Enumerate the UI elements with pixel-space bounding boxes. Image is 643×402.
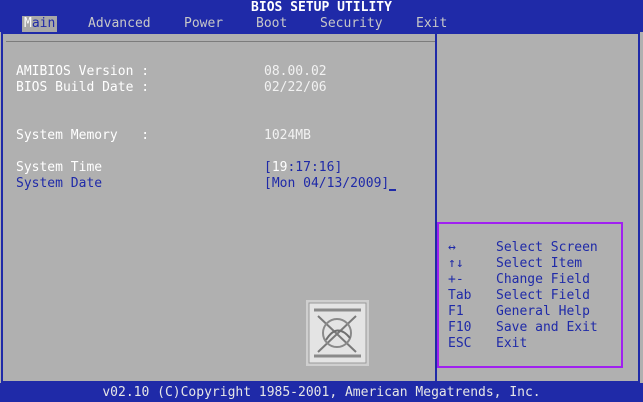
menu-tab-power[interactable]: Power	[184, 16, 223, 32]
system-memory-value: 1024MB	[264, 128, 311, 143]
ami-logo-icon	[306, 300, 369, 366]
system-time-label[interactable]: System Time	[16, 160, 102, 176]
amibios-version-value: 08.00.02	[264, 64, 327, 79]
amibios-version-label: AMIBIOS Version :	[16, 64, 150, 79]
help-desc-exit: Exit	[496, 336, 528, 351]
menu-bar: Main Advanced Power Boot Security Exit	[0, 16, 643, 32]
help-key-plus-minus: +-	[448, 272, 464, 287]
menu-tab-boot[interactable]: Boot	[256, 16, 287, 32]
system-memory-label: System Memory :	[16, 128, 150, 143]
help-desc-general-help: General Help	[496, 304, 590, 319]
copyright-footer: v02.10 (C)Copyright 1985-2001, American …	[0, 383, 643, 402]
help-desc-select-screen: Select Screen	[496, 240, 598, 255]
menu-tab-exit[interactable]: Exit	[416, 16, 447, 32]
help-key-f10: F10	[448, 320, 472, 335]
bios-build-date-value: 02/22/06	[264, 80, 327, 95]
system-time-hour[interactable]: 19	[272, 160, 288, 175]
help-key-left-right: ↔	[448, 240, 456, 255]
system-time-field[interactable]: [19:17:16]	[264, 160, 342, 176]
bios-title: BIOS SETUP UTILITY	[251, 0, 392, 15]
menu-tab-main[interactable]: Main	[22, 16, 58, 32]
menu-tab-advanced[interactable]: Advanced	[88, 16, 151, 32]
text-cursor	[389, 189, 397, 191]
content-divider	[6, 41, 435, 42]
help-desc-select-item: Select Item	[496, 256, 583, 271]
menu-tab-security[interactable]: Security	[320, 16, 383, 32]
menu-tab-main-label: ain	[31, 16, 56, 31]
system-date-value: [Mon 04/13/2009]	[264, 176, 390, 191]
bios-build-date-label: BIOS Build Date :	[16, 80, 150, 95]
system-time-rest: :17:16]	[287, 160, 343, 175]
system-date-label[interactable]: System Date	[16, 176, 102, 192]
menu-tab-main-hotkey: M	[24, 16, 32, 31]
system-date-field[interactable]: [Mon 04/13/2009]	[264, 176, 397, 192]
help-desc-save-and-exit: Save and Exit	[496, 320, 598, 335]
help-desc-select-field: Select Field	[496, 288, 590, 303]
help-key-f1: F1	[448, 304, 464, 319]
help-key-up-down: ↑↓	[448, 256, 464, 271]
help-key-esc: ESC	[448, 336, 472, 351]
help-desc-change-field: Change Field	[496, 272, 590, 287]
system-time-bracket: [	[264, 160, 272, 175]
help-key-tab: Tab	[448, 288, 472, 303]
